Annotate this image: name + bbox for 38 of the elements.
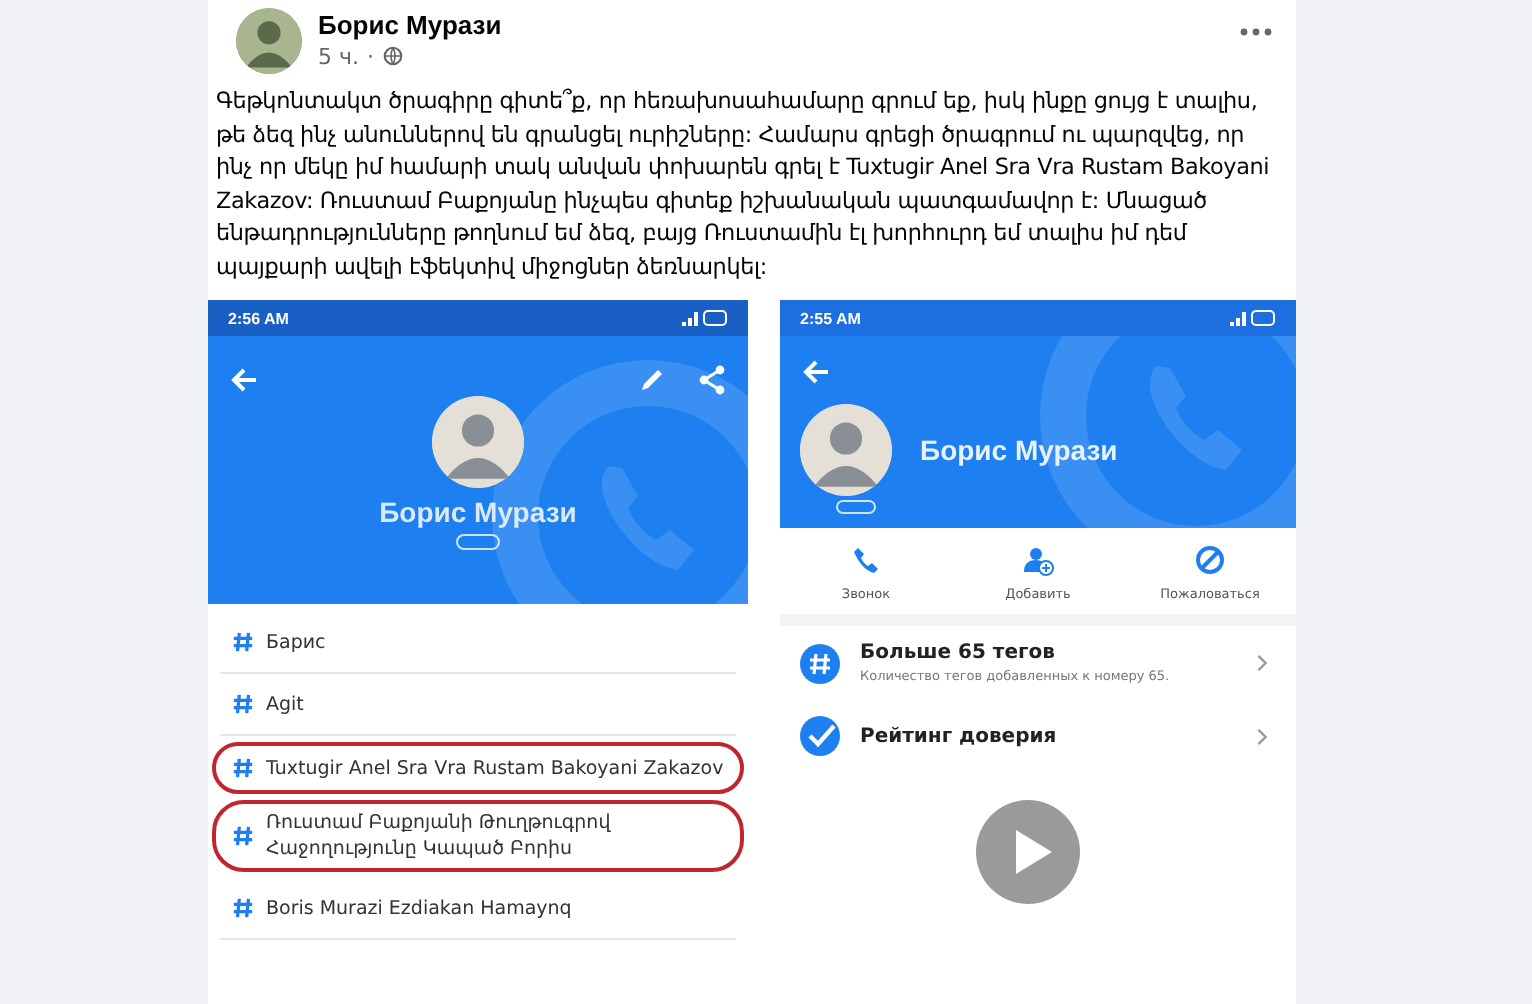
hash-icon	[800, 643, 840, 683]
hash-icon	[232, 896, 254, 920]
avatar-icon[interactable]	[236, 8, 302, 74]
status-time: 2:55 AM	[800, 309, 861, 327]
status-time: 2:56 AM	[228, 309, 289, 327]
contact-name: Борис Мурази	[379, 496, 577, 528]
back-arrow-icon[interactable]	[800, 356, 832, 388]
hash-icon	[232, 692, 254, 716]
chevron-icon[interactable]	[1256, 654, 1268, 672]
tag-text: Boris Murazi Ezdiakan Hamaynq	[266, 895, 572, 921]
play-button-icon[interactable]	[976, 800, 1080, 904]
badge-outline	[836, 500, 876, 514]
hash-icon	[232, 824, 254, 848]
badge-outline	[456, 534, 500, 550]
post-text: Գեթկոնտակտ ծրագիրը գիտե՞ք, որ հեռախոսահամարը գրում եք, իսկ ինքը ցույց է տալիս, թե ձեզ ինչ անուններով են գրանցել ուրիշները: Համարս գրեցի ծրագրում ու պարզվեց, որ ինչ որ մեկը իմ համարի տակ անվան փոխարեն գրել է Tuxtugir Anel Sra Vra Rustam Bakoyani Zakazov: Ռուստամ Բաքոյանը ինչպես գիտեք իշխանական պատգամավոր է: Մնացած ենթադրությունները թողնում եմ ձեզ, բայց Ռուստամին էլ խորհուրդ եմ տալիս իմ դեմ պայքարի ավելի էֆեկտիվ միջոցներ ձեռնարկել:	[214, 86, 1272, 283]
tag-text: Tuxtugir Anel Sra Vra Rustam Bakoyani Zakazov	[266, 755, 724, 781]
phone-icon	[850, 544, 882, 576]
back-arrow-icon[interactable]	[228, 364, 260, 396]
contact-name: Борис Мурази	[920, 434, 1118, 466]
item-title: Рейтинг доверия	[860, 725, 1059, 747]
item-title: Больше 65 тегов	[860, 642, 1057, 664]
add-contact-icon	[1022, 544, 1054, 576]
chevron-icon[interactable]	[1256, 727, 1268, 745]
checkmark-icon	[800, 716, 840, 756]
tag-text: Ռուստամ Բաքոյանի Թուղթուգրով Հաջողությունը Կապած Բորիս	[266, 810, 613, 862]
avatar-icon	[432, 396, 524, 488]
tag-text: Agit	[266, 691, 304, 717]
block-icon	[1194, 544, 1226, 576]
hash-icon	[232, 756, 254, 780]
share-icon[interactable]	[696, 364, 728, 396]
author-name[interactable]: Борис Мурази	[318, 10, 1224, 40]
pencil-icon[interactable]	[636, 364, 668, 396]
more-options-icon[interactable]	[1240, 25, 1272, 37]
hash-icon	[232, 630, 254, 654]
separator-dot: ·	[367, 43, 374, 69]
post-time[interactable]: 5 ч.	[318, 43, 359, 69]
tag-text: Барис	[266, 629, 326, 655]
avatar-icon	[800, 404, 892, 496]
